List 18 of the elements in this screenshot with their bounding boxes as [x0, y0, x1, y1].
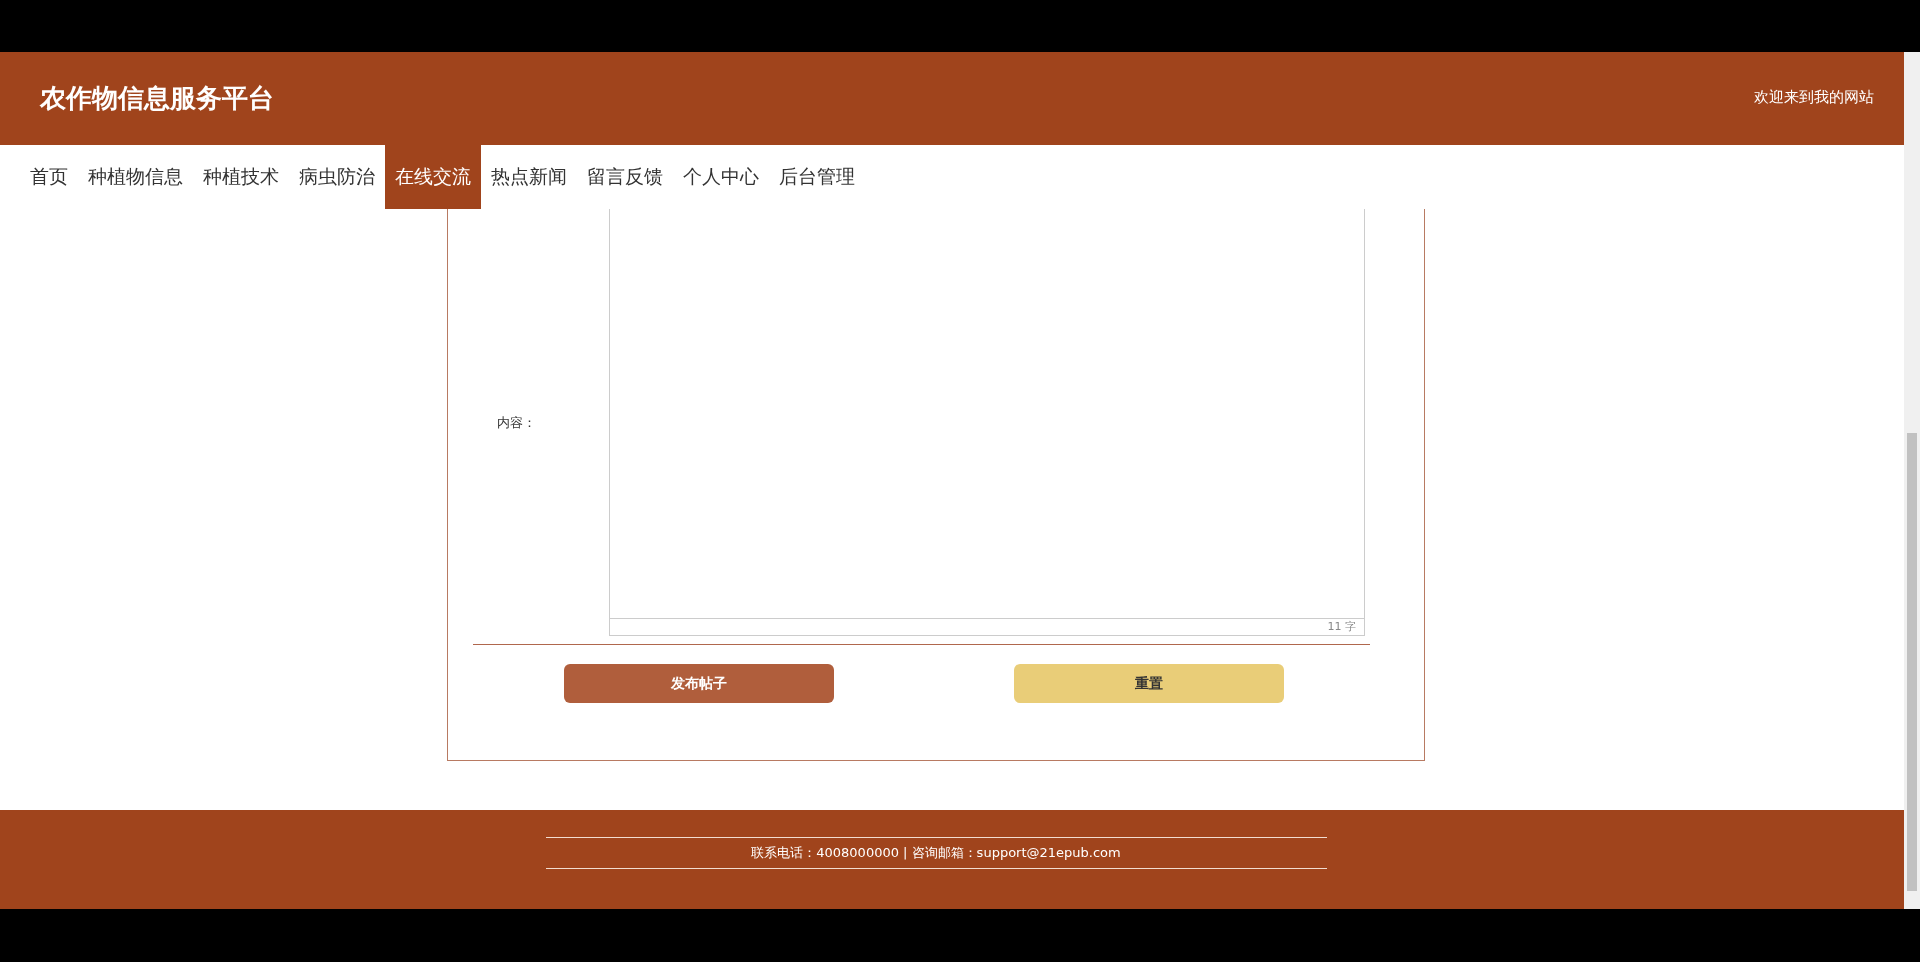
nav-tab[interactable]: 个人中心 [673, 145, 769, 209]
nav-tab[interactable]: 种植物信息 [78, 145, 193, 209]
welcome-text: 欢迎来到我的网站 [1754, 88, 1874, 107]
scrollbar-thumb[interactable] [1907, 433, 1917, 891]
nav-tab[interactable]: 后台管理 [769, 145, 865, 209]
word-count: 11 字 [1327, 620, 1356, 633]
site-title: 农作物信息服务平台 [40, 82, 274, 115]
nav-tab[interactable]: 首页 [20, 145, 78, 209]
nav-tab[interactable]: 留言反馈 [577, 145, 673, 209]
reset-button[interactable]: 重置 [1013, 664, 1284, 703]
nav-tab[interactable]: 在线交流 [385, 145, 481, 209]
publish-button[interactable]: 发布帖子 [563, 664, 834, 703]
nav-tab[interactable]: 种植技术 [193, 145, 289, 209]
content-editor[interactable]: 11 字 [609, 209, 1365, 636]
contact-text: 联系电话：4008000000 | 咨询邮箱：support@21epub.com [751, 844, 1121, 862]
nav-tab[interactable]: 病虫防治 [289, 145, 385, 209]
nav-tab[interactable]: 热点新闻 [481, 145, 577, 209]
content-label: 内容： [497, 413, 536, 432]
